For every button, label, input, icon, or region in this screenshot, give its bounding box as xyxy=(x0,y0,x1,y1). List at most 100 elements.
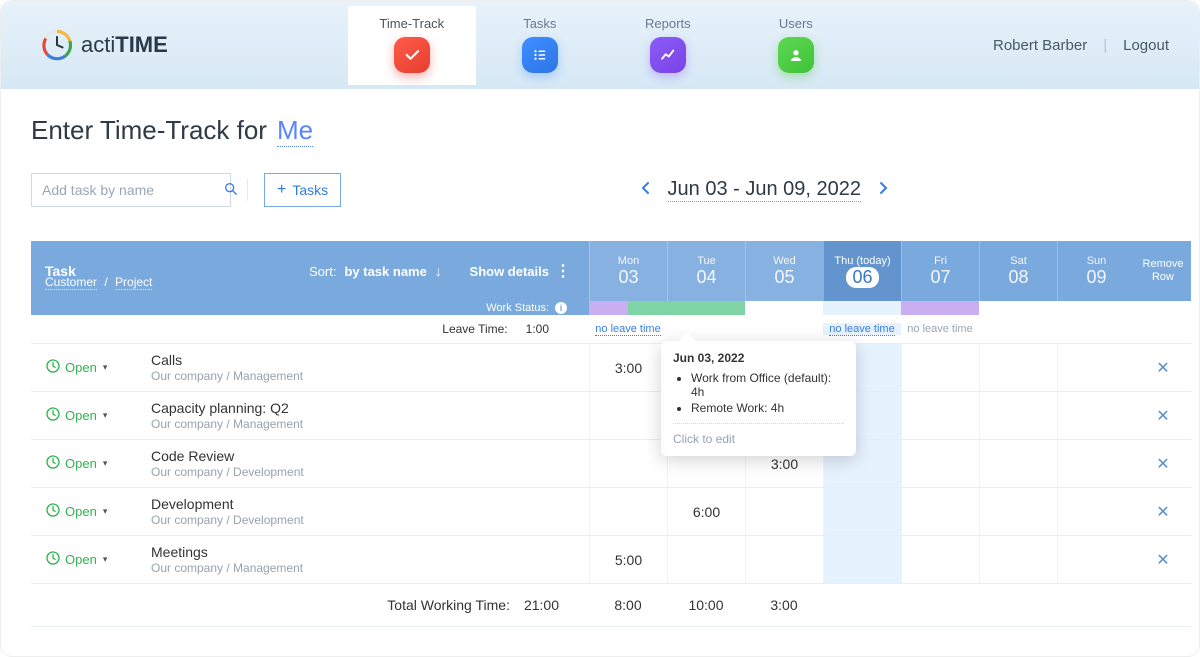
remove-row-button[interactable]: ✕ xyxy=(1135,550,1191,570)
day-header[interactable]: Thu (today)06 xyxy=(823,241,901,301)
time-cell[interactable] xyxy=(979,344,1057,391)
chart-icon xyxy=(650,37,686,73)
total-working-time-value: 21:00 xyxy=(524,597,559,613)
task-cell[interactable]: Code ReviewOur company / Development xyxy=(151,448,589,479)
work-status-cell[interactable] xyxy=(589,301,667,315)
remove-row-button[interactable]: ✕ xyxy=(1135,502,1191,522)
work-status-cell[interactable] xyxy=(1057,301,1135,315)
info-icon[interactable]: i xyxy=(555,302,567,314)
time-cell[interactable] xyxy=(901,344,979,391)
leave-time-total: 1:00 xyxy=(526,322,549,336)
status-dropdown[interactable]: Open▾ xyxy=(31,502,151,521)
leave-time-cell[interactable]: no leave time xyxy=(589,323,667,335)
time-cell[interactable] xyxy=(1057,488,1135,535)
add-task-search[interactable] xyxy=(31,173,231,207)
time-cell[interactable]: 6:00 xyxy=(667,488,745,535)
work-status-cell[interactable] xyxy=(901,301,979,315)
work-status-cell[interactable] xyxy=(745,301,823,315)
user-selector[interactable]: Me xyxy=(277,115,313,147)
time-cell[interactable] xyxy=(745,536,823,583)
day-header[interactable]: Tue04 xyxy=(667,241,745,301)
clock-icon xyxy=(45,358,61,377)
time-cell[interactable] xyxy=(667,536,745,583)
status-dropdown[interactable]: Open▾ xyxy=(31,406,151,425)
time-cell[interactable] xyxy=(901,440,979,487)
time-cell[interactable] xyxy=(901,488,979,535)
remove-row-button[interactable]: ✕ xyxy=(1135,358,1191,378)
time-cell[interactable] xyxy=(979,536,1057,583)
time-cell[interactable] xyxy=(1057,344,1135,391)
work-status-tooltip[interactable]: Jun 03, 2022 Work from Office (default):… xyxy=(661,341,856,456)
nav-tasks[interactable]: Tasks xyxy=(476,6,604,85)
time-cell[interactable] xyxy=(901,536,979,583)
date-range-picker[interactable]: Jun 03 - Jun 09, 2022 xyxy=(668,178,861,202)
logo-text: actiTIME xyxy=(81,32,168,58)
day-total: 10:00 xyxy=(667,597,745,613)
time-cell[interactable] xyxy=(823,488,901,535)
add-tasks-button[interactable]: + Tasks xyxy=(264,173,341,207)
nav-reports[interactable]: Reports xyxy=(604,6,732,85)
task-cell[interactable]: DevelopmentOur company / Development xyxy=(151,496,589,527)
next-week-button[interactable] xyxy=(879,181,889,200)
time-cell[interactable] xyxy=(745,488,823,535)
sort-control[interactable]: Sort: by task name ↓ xyxy=(309,263,442,279)
task-cell[interactable]: MeetingsOur company / Management xyxy=(151,544,589,575)
time-cell[interactable] xyxy=(1057,440,1135,487)
show-details-toggle[interactable]: Show details ⋮ xyxy=(470,261,571,281)
work-status-cell[interactable] xyxy=(823,301,901,315)
status-dropdown[interactable]: Open▾ xyxy=(31,550,151,569)
tooltip-click-to-edit[interactable]: Click to edit xyxy=(673,423,844,446)
tooltip-line: Work from Office (default): 4h xyxy=(691,371,844,399)
prev-week-button[interactable] xyxy=(640,181,650,200)
status-dropdown[interactable]: Open▾ xyxy=(31,358,151,377)
day-header[interactable]: Sat08 xyxy=(979,241,1057,301)
chevron-down-icon: ▾ xyxy=(103,362,108,373)
time-cell[interactable] xyxy=(589,440,667,487)
time-cell[interactable] xyxy=(589,392,667,439)
nav-users[interactable]: Users xyxy=(732,6,860,85)
time-cell[interactable] xyxy=(1057,536,1135,583)
time-cell[interactable] xyxy=(589,488,667,535)
day-header[interactable]: Mon03 xyxy=(589,241,667,301)
table-row: Open▾DevelopmentOur company / Developmen… xyxy=(31,487,1191,535)
tooltip-date: Jun 03, 2022 xyxy=(673,351,844,365)
leave-time-cell[interactable]: no leave time xyxy=(823,323,901,335)
logo[interactable]: actiTIME xyxy=(41,29,168,61)
remove-row-button[interactable]: ✕ xyxy=(1135,406,1191,426)
day-total: 3:00 xyxy=(745,597,823,613)
logout-link[interactable]: Logout xyxy=(1123,37,1169,54)
nav-time-track[interactable]: Time-Track xyxy=(348,6,476,85)
status-dropdown[interactable]: Open▾ xyxy=(31,454,151,473)
search-icon[interactable] xyxy=(223,181,239,200)
time-cell[interactable] xyxy=(979,488,1057,535)
divider xyxy=(247,179,248,201)
work-status-cell[interactable] xyxy=(979,301,1057,315)
check-icon xyxy=(394,37,430,73)
time-cell[interactable]: 5:00 xyxy=(589,536,667,583)
time-cell[interactable] xyxy=(823,536,901,583)
time-cell[interactable] xyxy=(979,392,1057,439)
app-header: actiTIME Time-Track Tasks Reports xyxy=(1,1,1199,89)
crumb-project[interactable]: Project xyxy=(115,275,152,290)
day-header[interactable]: Wed05 xyxy=(745,241,823,301)
task-cell[interactable]: Capacity planning: Q2Our company / Manag… xyxy=(151,400,589,431)
time-cell[interactable] xyxy=(901,392,979,439)
day-header[interactable]: Sun09 xyxy=(1057,241,1135,301)
work-status-cell[interactable] xyxy=(667,301,745,315)
time-track-table: Task Customer / Project Sort: by task na… xyxy=(31,241,1191,627)
day-total: 8:00 xyxy=(589,597,667,613)
time-cell[interactable] xyxy=(979,440,1057,487)
remove-row-button[interactable]: ✕ xyxy=(1135,454,1191,474)
logo-icon xyxy=(41,29,73,61)
search-input[interactable] xyxy=(42,182,223,198)
crumb-customer[interactable]: Customer xyxy=(45,275,97,290)
time-cell[interactable] xyxy=(1057,392,1135,439)
current-user-link[interactable]: Robert Barber xyxy=(993,37,1087,54)
task-cell[interactable]: CallsOur company / Management xyxy=(151,352,589,383)
time-cell[interactable]: 3:00 xyxy=(589,344,667,391)
column-task: Task Customer / Project Sort: by task na… xyxy=(31,241,589,301)
day-header[interactable]: Fri07 xyxy=(901,241,979,301)
leave-time-cell[interactable]: no leave time xyxy=(901,323,979,335)
plus-icon: + xyxy=(277,181,286,199)
chevron-down-icon: ▾ xyxy=(103,410,108,421)
